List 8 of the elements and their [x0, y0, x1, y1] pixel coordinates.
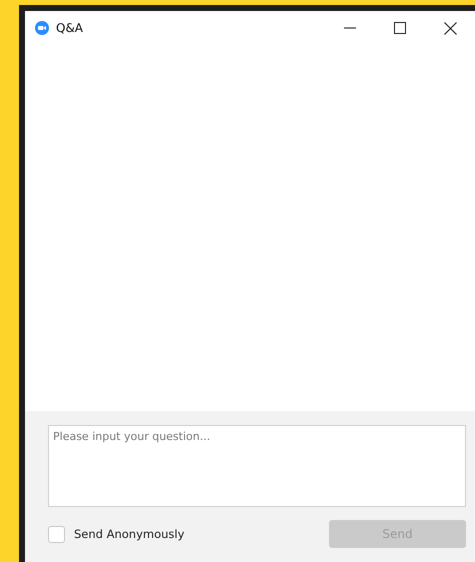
- maximize-icon[interactable]: [394, 22, 406, 34]
- close-icon[interactable]: [444, 22, 456, 34]
- checkbox[interactable]: [48, 526, 65, 542]
- question-field[interactable]: Please input your question...: [48, 425, 466, 507]
- minimize-icon[interactable]: [344, 27, 356, 29]
- checkbox-label: Send Anonymously: [74, 527, 184, 541]
- camera-logo-icon: [35, 21, 49, 35]
- window-title: Q&A: [56, 21, 84, 35]
